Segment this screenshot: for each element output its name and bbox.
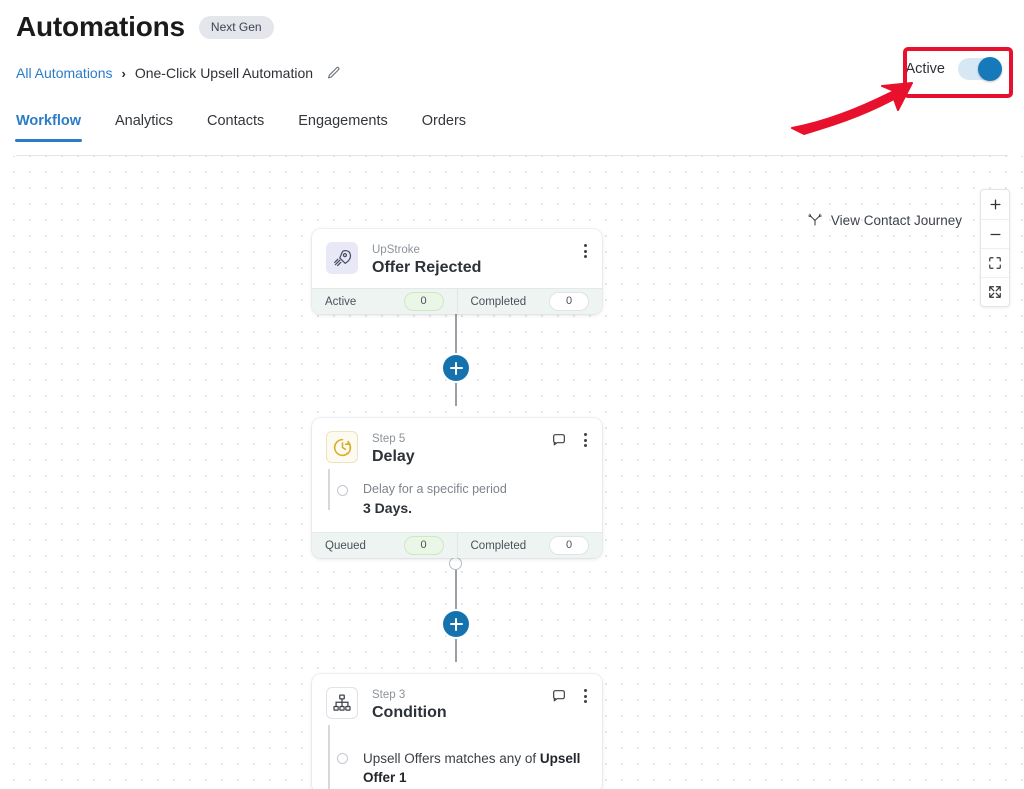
node-body-dot <box>337 485 348 496</box>
status-toggle-group: Active <box>905 57 1002 81</box>
node-subtitle: Step 5 <box>372 433 406 445</box>
node-body-description-prefix: Upsell Offers matches any of <box>363 751 540 766</box>
node-title: Delay <box>372 448 415 465</box>
condition-branch-icon <box>326 687 358 719</box>
page-title: Automations <box>16 11 185 42</box>
node-header-actions <box>578 243 592 259</box>
workflow-node-offer-rejected[interactable]: UpStroke Offer Rejected Active 0 Complet… <box>312 229 602 314</box>
comment-icon[interactable] <box>551 688 567 704</box>
node-stat-completed: Completed 0 <box>456 533 603 558</box>
breadcrumb-all-automations[interactable]: All Automations <box>16 65 113 81</box>
node-menu-button[interactable] <box>578 432 592 448</box>
node-stat-label: Queued <box>325 539 366 552</box>
connector-dot-2 <box>449 557 462 570</box>
workflow-node-delay[interactable]: Step 5 Delay Delay for a specific period… <box>312 418 602 558</box>
node-titles: Step 5 Delay <box>372 431 415 467</box>
node-title: Offer Rejected <box>372 259 482 276</box>
node-subtitle: Step 3 <box>372 689 406 701</box>
node-body-value: 3 Days. <box>363 500 413 516</box>
breadcrumb-current: One-Click Upsell Automation <box>134 65 314 81</box>
expand-button[interactable] <box>981 277 1009 306</box>
tab-contacts[interactable]: Contacts <box>207 113 264 142</box>
tab-bar-divider <box>16 155 1008 156</box>
node-titles: Step 3 Condition <box>372 687 447 723</box>
node-stat-label: Completed <box>470 539 527 552</box>
tab-engagements[interactable]: Engagements <box>298 113 387 142</box>
zoom-out-button[interactable] <box>981 219 1009 248</box>
tab-bar: Workflow Analytics Contacts Engagements … <box>15 113 466 142</box>
node-body-description: Delay for a specific period <box>363 482 507 496</box>
node-stat-label: Completed <box>470 295 527 308</box>
node-menu-button[interactable] <box>578 688 592 704</box>
node-stat-queued: Queued 0 <box>312 533 457 558</box>
node-stat-label: Active <box>325 295 357 308</box>
zoom-controls <box>980 189 1010 307</box>
node-title: Condition <box>372 704 447 721</box>
workflow-canvas[interactable]: UpStroke Offer Rejected Active 0 Complet… <box>0 156 1024 789</box>
status-toggle-label: Active <box>905 61 946 77</box>
node-menu-button[interactable] <box>578 243 592 259</box>
title-row: Automations Next Gen <box>16 10 274 44</box>
node-body: Upsell Offers matches any of Upsell Offe… <box>312 725 602 789</box>
node-body-text: Delay for a specific period 3 Days. <box>363 481 507 518</box>
next-gen-badge: Next Gen <box>198 15 274 39</box>
node-header-actions <box>551 688 592 704</box>
zoom-in-button[interactable] <box>981 190 1009 219</box>
workflow-node-condition[interactable]: Step 3 Condition Upsell Offers matches a… <box>312 674 602 789</box>
node-body-rail <box>328 725 330 789</box>
node-body-dot <box>337 753 348 764</box>
node-subtitle: UpStroke <box>372 244 420 256</box>
view-contact-journey-button[interactable]: View Contact Journey <box>807 211 962 230</box>
node-body-row: Upsell Offers matches any of Upsell Offe… <box>326 749 588 787</box>
node-titles: UpStroke Offer Rejected <box>372 242 481 278</box>
clock-icon <box>326 431 358 463</box>
node-footer: Queued 0 Completed 0 <box>312 532 602 558</box>
node-body-description: Upsell Offers matches any of Upsell Offe… <box>363 749 588 787</box>
annotation-arrow-icon <box>791 82 913 135</box>
fit-view-button[interactable] <box>981 248 1009 277</box>
node-stat-value: 0 <box>403 536 444 555</box>
node-stat-value: 0 <box>549 536 589 555</box>
breadcrumb-separator-icon: › <box>121 65 126 81</box>
rocket-icon <box>326 242 358 274</box>
node-header: UpStroke Offer Rejected <box>312 229 602 288</box>
node-header: Step 5 Delay <box>312 418 602 477</box>
tab-workflow[interactable]: Workflow <box>15 113 82 142</box>
node-body: Delay for a specific period 3 Days. <box>312 469 602 532</box>
view-contact-journey-label: View Contact Journey <box>830 213 962 228</box>
breadcrumb: All Automations › One-Click Upsell Autom… <box>16 65 341 81</box>
tab-analytics[interactable]: Analytics <box>115 113 173 142</box>
node-header-actions <box>551 432 592 448</box>
automations-page: Automations Next Gen All Automations › O… <box>0 0 1024 789</box>
tab-orders[interactable]: Orders <box>422 113 466 142</box>
node-body-rail <box>328 469 330 510</box>
node-body-row: Delay for a specific period 3 Days. <box>326 481 588 518</box>
node-stat-completed: Completed 0 <box>456 289 603 314</box>
add-step-button-1[interactable] <box>443 355 469 381</box>
page-header: Automations Next Gen All Automations › O… <box>0 0 1024 156</box>
node-stat-value: 0 <box>403 292 444 311</box>
journey-branch-icon <box>807 211 823 230</box>
status-toggle[interactable] <box>958 57 1002 81</box>
pencil-icon[interactable] <box>326 66 341 81</box>
comment-icon[interactable] <box>551 432 567 448</box>
node-header: Step 3 Condition <box>312 674 602 733</box>
node-stat-value: 0 <box>549 292 589 311</box>
status-toggle-knob <box>978 57 1002 81</box>
node-stat-active: Active 0 <box>312 289 457 314</box>
node-body-text: Upsell Offers matches any of Upsell Offe… <box>363 749 588 787</box>
add-step-button-2[interactable] <box>443 611 469 637</box>
node-footer: Active 0 Completed 0 <box>312 288 602 314</box>
